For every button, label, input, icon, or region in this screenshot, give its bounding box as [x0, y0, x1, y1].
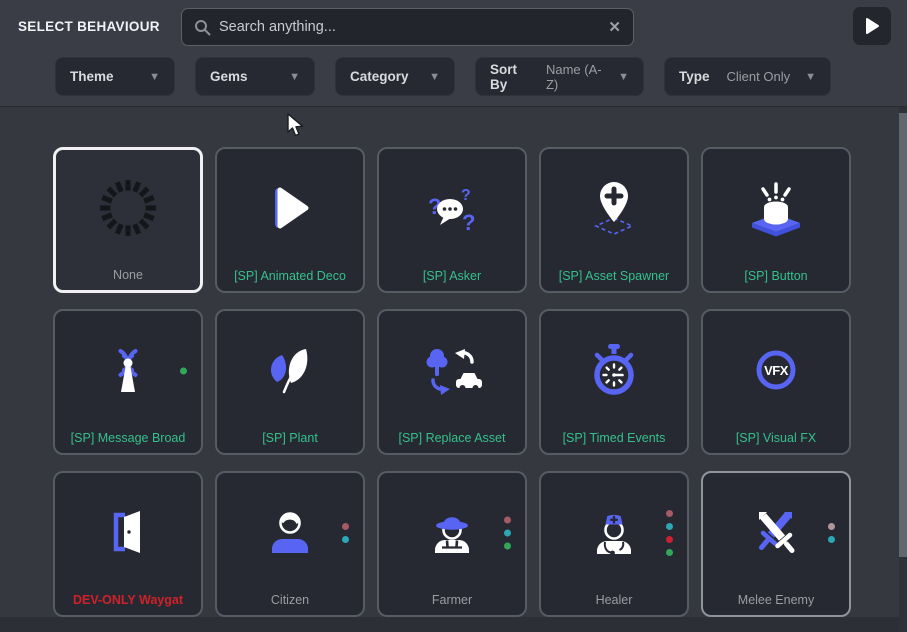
card-healer[interactable]: Healer [539, 471, 689, 617]
chevron-down-icon: ▼ [805, 71, 816, 83]
card-sp-animated-deco[interactable]: [SP] Animated Deco [215, 147, 365, 293]
chevron-down-icon: ▼ [289, 71, 300, 83]
chevron-down-icon: ▼ [429, 71, 440, 83]
card-label: Farmer [432, 593, 472, 607]
chevron-down-icon: ▼ [149, 71, 160, 83]
svg-text:?: ? [462, 210, 475, 235]
card-label: [SP] Timed Events [563, 431, 666, 445]
filter-theme[interactable]: Theme ▼ [55, 57, 175, 96]
filter-label: Type [679, 69, 710, 84]
card-label: Citizen [271, 593, 309, 607]
card-label: [SP] Asset Spawner [559, 269, 669, 283]
page-title: SELECT BEHAVIOUR [18, 19, 160, 34]
status-dot [666, 536, 673, 543]
card-label: Healer [596, 593, 633, 607]
status-dot [828, 536, 835, 543]
search-icon [194, 19, 211, 36]
card-dev-only-waygate[interactable]: DEV-ONLY Waygat [53, 471, 203, 617]
card-sp-message-broad[interactable]: [SP] Message Broad [53, 309, 203, 455]
card-sp-visual-fx[interactable]: VFX [SP] Visual FX [701, 309, 851, 455]
card-label: Melee Enemy [738, 593, 814, 607]
status-dot [666, 523, 673, 530]
card-sp-asker[interactable]: ? ? ? [SP] Asker [377, 147, 527, 293]
status-dot [504, 529, 511, 536]
filter-gems[interactable]: Gems ▼ [195, 57, 315, 96]
push-button-icon [703, 155, 849, 261]
filter-category[interactable]: Category ▼ [335, 57, 455, 96]
filter-label: Sort By [490, 62, 534, 92]
card-label: [SP] Animated Deco [234, 269, 346, 283]
card-label: [SP] Asker [423, 269, 481, 283]
svg-text:VFX: VFX [764, 363, 789, 378]
leaves-icon [217, 317, 363, 423]
card-label: [SP] Replace Asset [398, 431, 505, 445]
card-citizen[interactable]: Citizen [215, 471, 365, 617]
filter-label: Gems [210, 69, 248, 84]
filter-label: Category [350, 69, 409, 84]
filter-label: Theme [70, 69, 114, 84]
status-dots [342, 523, 349, 543]
card-none[interactable]: None [53, 147, 203, 293]
play-button[interactable] [853, 7, 891, 45]
bottom-edge [0, 617, 907, 632]
open-door-icon [55, 479, 201, 585]
filter-row: Theme ▼ Gems ▼ Category ▼ Sort By Name (… [55, 57, 831, 96]
mouse-cursor [285, 113, 307, 142]
stopwatch-icon [541, 317, 687, 423]
card-label: [SP] Visual FX [736, 431, 816, 445]
card-label: DEV-ONLY Waygat [73, 593, 183, 607]
question-chat-icon: ? ? ? [379, 155, 525, 261]
swap-assets-icon [379, 317, 525, 423]
pin-plus-icon [541, 155, 687, 261]
card-label: None [113, 268, 143, 282]
behaviour-grid: None [SP] Animated Deco ? ? ? [53, 147, 851, 617]
status-dots [828, 523, 835, 543]
vfx-circle-icon: VFX [703, 317, 849, 423]
filter-value: Name (A-Z) [546, 62, 608, 92]
play-icon [865, 18, 879, 34]
card-sp-replace-asset[interactable]: [SP] Replace Asset [377, 309, 527, 455]
card-sp-button[interactable]: [SP] Button [701, 147, 851, 293]
card-farmer[interactable]: Farmer [377, 471, 527, 617]
card-sp-plant[interactable]: [SP] Plant [215, 309, 365, 455]
chevron-down-icon: ▼ [618, 71, 629, 83]
card-melee-enemy[interactable]: Melee Enemy [701, 471, 851, 617]
card-sp-asset-spawner[interactable]: [SP] Asset Spawner [539, 147, 689, 293]
filter-sort-by[interactable]: Sort By Name (A-Z) ▼ [475, 57, 644, 96]
status-dot [342, 523, 349, 530]
card-label: [SP] Button [744, 269, 807, 283]
play-deco-icon [217, 155, 363, 261]
scrollbar-thumb[interactable] [899, 113, 907, 557]
card-sp-timed-events[interactable]: [SP] Timed Events [539, 309, 689, 455]
clear-search-icon[interactable]: ✕ [608, 20, 621, 35]
svg-text:?: ? [461, 187, 471, 204]
search-input[interactable] [219, 19, 608, 35]
header-bar: SELECT BEHAVIOUR ✕ Theme ▼ Gems ▼ Catego… [0, 0, 907, 107]
card-label: [SP] Message Broad [71, 431, 186, 445]
status-dots [504, 516, 511, 549]
status-dot [666, 510, 673, 517]
status-dot [828, 523, 835, 530]
filter-type[interactable]: Type Client Only ▼ [664, 57, 831, 96]
status-dots [180, 367, 187, 374]
status-dots [666, 510, 673, 556]
status-dot [504, 516, 511, 523]
status-dot [342, 536, 349, 543]
search-bar[interactable]: ✕ [181, 8, 634, 46]
status-dot [504, 542, 511, 549]
status-dot [180, 367, 187, 374]
filter-value: Client Only [727, 69, 791, 84]
status-dot [666, 549, 673, 556]
card-label: [SP] Plant [262, 431, 318, 445]
scrollbar-track[interactable] [899, 107, 907, 632]
spinner-icon [56, 156, 200, 260]
